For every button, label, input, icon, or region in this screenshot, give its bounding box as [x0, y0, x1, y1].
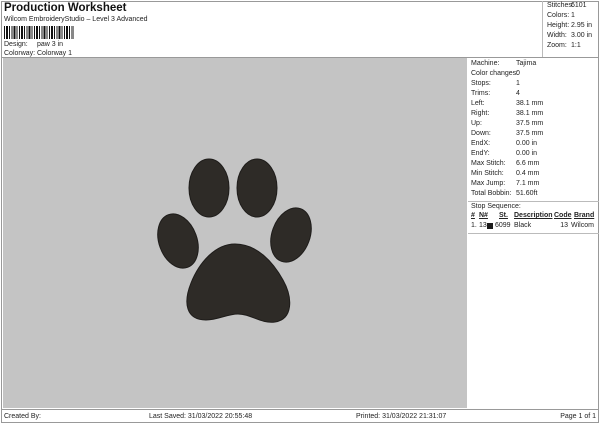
detail-row: Up: 37.5 mm	[471, 120, 544, 127]
printed-date: Printed: 31/03/2022 21:31:07	[356, 413, 447, 420]
stat-row: Stitches:6101	[547, 2, 587, 9]
footer: Created By: Last Saved: 31/03/2022 20:55…	[1, 409, 599, 423]
detail-row: Total Bobbin: 51.60ft	[471, 190, 538, 197]
stat-row: Colors: 1	[547, 12, 575, 19]
detail-row: Trims: 4	[471, 90, 520, 97]
toe	[270, 207, 312, 263]
details-panel: Machine: Tajima Color changes:0 Stops: 1 Trim…	[468, 58, 599, 408]
colorway-row: Colorway: Colorway 1	[4, 50, 73, 57]
stat-row: Zoom: 1:1	[547, 42, 581, 49]
stop-table-header: # N# St. Description Code Brand	[471, 212, 595, 219]
detail-row: Machine: Tajima	[471, 60, 537, 67]
design-row: Design: paw 3 in	[4, 41, 64, 48]
detail-row: Color changes:0	[471, 70, 520, 77]
detail-row: Down: 37.5 mm	[471, 130, 544, 137]
stat-row: Width: 3.00 in	[547, 32, 593, 39]
detail-row: Max Stitch: 6.6 mm	[471, 160, 540, 167]
page-number: Page 1 of 1	[560, 413, 596, 420]
toe	[188, 158, 230, 218]
detail-row: Max Jump: 7.1 mm	[471, 180, 540, 187]
stat-row: Height: 2.95 in	[547, 22, 593, 29]
software-name: Wilcom EmbroideryStudio – Level 3 Advanc…	[4, 16, 148, 23]
stats-box: Stitches:6101 Colors: 1 Height: 2.95 in Width…	[542, 1, 599, 58]
toe	[236, 158, 278, 218]
colorway-name: Colorway 1	[37, 50, 73, 57]
stop-table-row: 1. 13 6099 Black 13 Wilcom	[471, 222, 594, 229]
detail-row: Stops: 1	[471, 80, 520, 87]
detail-row: Left: 38.1 mm	[471, 100, 544, 107]
detail-row: Min Stitch: 0.4 mm	[471, 170, 540, 177]
page-title: Production Worksheet	[4, 2, 127, 14]
stop-sequence-label: Stop Sequence:	[468, 201, 599, 211]
barcode	[4, 26, 74, 39]
design-name: paw 3 in	[37, 41, 64, 48]
last-saved: Last Saved: 31/03/2022 20:55:48	[149, 413, 253, 420]
created-by: Created By:	[4, 413, 41, 420]
color-swatch	[487, 223, 493, 229]
design-canvas	[3, 58, 467, 408]
detail-row: EndY: 0.00 in	[471, 150, 538, 157]
detail-row: EndX: 0.00 in	[471, 140, 538, 147]
paw-design	[157, 158, 312, 323]
detail-row: Right: 38.1 mm	[471, 110, 544, 117]
toe	[157, 213, 199, 269]
